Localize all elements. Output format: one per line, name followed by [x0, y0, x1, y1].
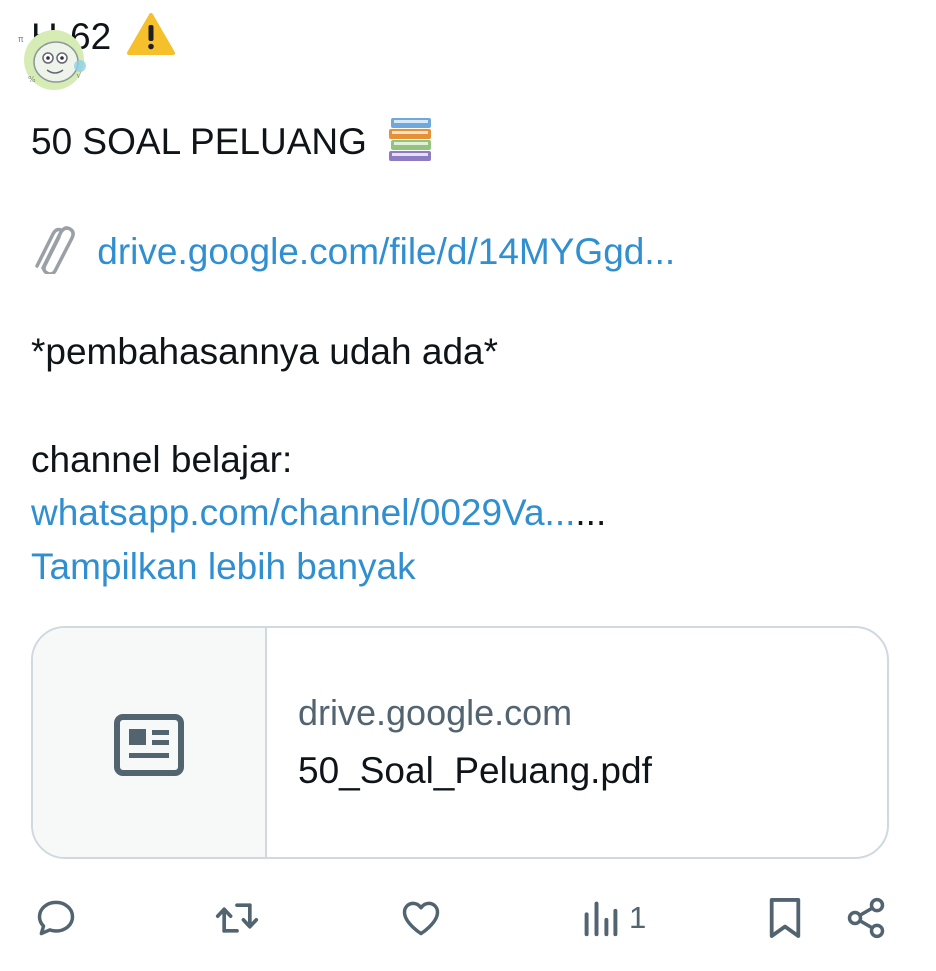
note-line: *pembahasannya udah ada*: [31, 331, 498, 372]
repost-button[interactable]: [213, 893, 261, 943]
views-count: 1: [629, 900, 647, 935]
books-icon: [387, 116, 435, 172]
avatar[interactable]: π √ %: [14, 22, 96, 92]
svg-text:π: π: [18, 35, 24, 45]
reply-button[interactable]: [34, 893, 78, 943]
show-more-link[interactable]: Tampilkan lebih banyak: [31, 545, 416, 589]
svg-text:%: %: [28, 75, 36, 84]
warning-icon: [127, 12, 176, 66]
channel-link-line: whatsapp.com/channel/0029Va......: [31, 491, 606, 535]
bookmark-icon: [769, 898, 801, 938]
article-icon: [114, 714, 184, 776]
share-icon: [847, 897, 885, 939]
bookmark-button[interactable]: [766, 893, 804, 943]
post-title: 50 SOAL PELUANG: [31, 120, 367, 162]
channel-suffix: ...: [575, 492, 607, 533]
drive-link-line: drive.google.com/file/d/14MYGgd...: [31, 224, 675, 284]
like-button[interactable]: [398, 893, 444, 943]
share-button[interactable]: [844, 893, 888, 943]
like-icon: [402, 901, 440, 936]
views-icon: [584, 901, 618, 937]
card-title: 50_Soal_Peluang.pdf: [298, 750, 652, 791]
channel-link[interactable]: whatsapp.com/channel/0029Va...: [31, 492, 575, 533]
card-domain: drive.google.com: [298, 692, 573, 733]
views-button[interactable]: 1: [583, 893, 646, 943]
channel-label: channel belajar:: [31, 439, 293, 480]
paperclip-icon: [31, 224, 79, 284]
drive-link[interactable]: drive.google.com/file/d/14MYGgd...: [97, 231, 675, 272]
link-preview-card[interactable]: drive.google.com 50_Soal_Peluang.pdf: [31, 626, 889, 859]
repost-icon: [215, 903, 259, 933]
reply-icon: [37, 900, 75, 936]
card-thumbnail: [33, 628, 267, 857]
post-title-line: 50 SOAL PELUANG: [31, 116, 435, 172]
